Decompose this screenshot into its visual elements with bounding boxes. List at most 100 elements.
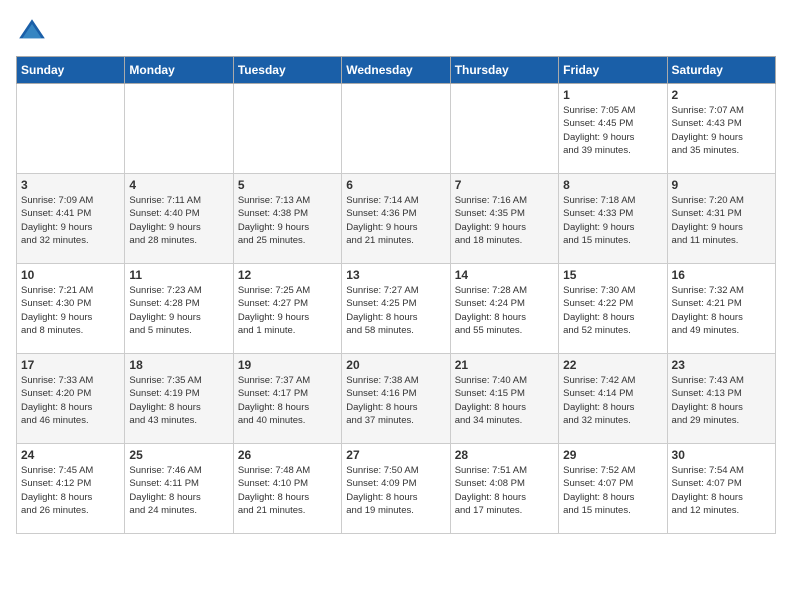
day-number: 10 (21, 268, 120, 282)
day-info: Sunrise: 7:32 AM Sunset: 4:21 PM Dayligh… (672, 284, 771, 337)
calendar-cell: 17 Sunrise: 7:33 AM Sunset: 4:20 PM Dayli… (17, 354, 125, 444)
day-number: 8 (563, 178, 662, 192)
calendar-cell: 30Sunrise: 7:54 AM Sunset: 4:07 PM Dayli… (667, 444, 775, 534)
calendar-cell (125, 84, 233, 174)
day-info: Sunrise: 7:30 AM Sunset: 4:22 PM Dayligh… (563, 284, 662, 337)
calendar-cell: 15 Sunrise: 7:30 AM Sunset: 4:22 PM Dayli… (559, 264, 667, 354)
day-header-wednesday: Wednesday (342, 57, 450, 84)
day-info: Sunrise: 7:05 AM Sunset: 4:45 PM Dayligh… (563, 104, 662, 157)
day-number: 22 (563, 358, 662, 372)
calendar-cell: 21 Sunrise: 7:40 AM Sunset: 4:15 PM Dayli… (450, 354, 558, 444)
calendar-cell: 5 Sunrise: 7:13 AM Sunset: 4:38 PM Daylig… (233, 174, 341, 264)
calendar-cell: 2 Sunrise: 7:07 AM Sunset: 4:43 PM Daylig… (667, 84, 775, 174)
day-info: Sunrise: 7:43 AM Sunset: 4:13 PM Dayligh… (672, 374, 771, 427)
calendar-cell: 13 Sunrise: 7:27 AM Sunset: 4:25 PM Dayli… (342, 264, 450, 354)
day-number: 26 (238, 448, 337, 462)
day-number: 27 (346, 448, 445, 462)
calendar-cell: 14 Sunrise: 7:28 AM Sunset: 4:24 PM Dayli… (450, 264, 558, 354)
day-info: Sunrise: 7:16 AM Sunset: 4:35 PM Dayligh… (455, 194, 554, 247)
day-info: Sunrise: 7:35 AM Sunset: 4:19 PM Dayligh… (129, 374, 228, 427)
calendar-week-row: 1 Sunrise: 7:05 AM Sunset: 4:45 PM Daylig… (17, 84, 776, 174)
day-info: Sunrise: 7:13 AM Sunset: 4:38 PM Dayligh… (238, 194, 337, 247)
day-info: Sunrise: 7:42 AM Sunset: 4:14 PM Dayligh… (563, 374, 662, 427)
calendar-cell: 29Sunrise: 7:52 AM Sunset: 4:07 PM Dayli… (559, 444, 667, 534)
day-number: 14 (455, 268, 554, 282)
logo-icon (16, 16, 48, 48)
calendar-cell: 24 Sunrise: 7:45 AM Sunset: 4:12 PM Dayli… (17, 444, 125, 534)
day-number: 30 (672, 448, 771, 462)
calendar-cell: 20 Sunrise: 7:38 AM Sunset: 4:16 PM Dayli… (342, 354, 450, 444)
day-number: 17 (21, 358, 120, 372)
day-info: Sunrise: 7:18 AM Sunset: 4:33 PM Dayligh… (563, 194, 662, 247)
logo (16, 16, 52, 48)
calendar-cell: 9Sunrise: 7:20 AM Sunset: 4:31 PM Daylig… (667, 174, 775, 264)
calendar-week-row: 24 Sunrise: 7:45 AM Sunset: 4:12 PM Dayli… (17, 444, 776, 534)
calendar-cell: 1 Sunrise: 7:05 AM Sunset: 4:45 PM Daylig… (559, 84, 667, 174)
day-info: Sunrise: 7:37 AM Sunset: 4:17 PM Dayligh… (238, 374, 337, 427)
day-number: 19 (238, 358, 337, 372)
day-number: 5 (238, 178, 337, 192)
day-number: 24 (21, 448, 120, 462)
calendar-week-row: 17 Sunrise: 7:33 AM Sunset: 4:20 PM Dayli… (17, 354, 776, 444)
day-number: 1 (563, 88, 662, 102)
day-number: 7 (455, 178, 554, 192)
day-number: 4 (129, 178, 228, 192)
day-info: Sunrise: 7:38 AM Sunset: 4:16 PM Dayligh… (346, 374, 445, 427)
calendar-cell: 27 Sunrise: 7:50 AM Sunset: 4:09 PM Dayli… (342, 444, 450, 534)
day-info: Sunrise: 7:28 AM Sunset: 4:24 PM Dayligh… (455, 284, 554, 337)
day-info: Sunrise: 7:52 AM Sunset: 4:07 PM Dayligh… (563, 464, 662, 517)
calendar-cell: 7 Sunrise: 7:16 AM Sunset: 4:35 PM Daylig… (450, 174, 558, 264)
day-number: 2 (672, 88, 771, 102)
day-header-sunday: Sunday (17, 57, 125, 84)
day-number: 3 (21, 178, 120, 192)
day-header-friday: Friday (559, 57, 667, 84)
day-info: Sunrise: 7:14 AM Sunset: 4:36 PM Dayligh… (346, 194, 445, 247)
calendar-cell: 11Sunrise: 7:23 AM Sunset: 4:28 PM Dayli… (125, 264, 233, 354)
calendar-cell (17, 84, 125, 174)
calendar-cell (233, 84, 341, 174)
day-number: 11 (129, 268, 228, 282)
calendar-cell: 16 Sunrise: 7:32 AM Sunset: 4:21 PM Dayli… (667, 264, 775, 354)
day-info: Sunrise: 7:21 AM Sunset: 4:30 PM Dayligh… (21, 284, 120, 337)
calendar-cell: 25Sunrise: 7:46 AM Sunset: 4:11 PM Dayli… (125, 444, 233, 534)
day-number: 12 (238, 268, 337, 282)
day-header-saturday: Saturday (667, 57, 775, 84)
calendar-cell (450, 84, 558, 174)
day-header-monday: Monday (125, 57, 233, 84)
day-number: 23 (672, 358, 771, 372)
day-info: Sunrise: 7:27 AM Sunset: 4:25 PM Dayligh… (346, 284, 445, 337)
calendar-cell: 28 Sunrise: 7:51 AM Sunset: 4:08 PM Dayli… (450, 444, 558, 534)
calendar-cell (342, 84, 450, 174)
day-number: 21 (455, 358, 554, 372)
day-number: 13 (346, 268, 445, 282)
calendar-header-row: SundayMondayTuesdayWednesdayThursdayFrid… (17, 57, 776, 84)
calendar-cell: 12 Sunrise: 7:25 AM Sunset: 4:27 PM Dayli… (233, 264, 341, 354)
day-info: Sunrise: 7:48 AM Sunset: 4:10 PM Dayligh… (238, 464, 337, 517)
calendar-cell: 22 Sunrise: 7:42 AM Sunset: 4:14 PM Dayli… (559, 354, 667, 444)
day-info: Sunrise: 7:50 AM Sunset: 4:09 PM Dayligh… (346, 464, 445, 517)
day-number: 20 (346, 358, 445, 372)
day-header-thursday: Thursday (450, 57, 558, 84)
day-info: Sunrise: 7:40 AM Sunset: 4:15 PM Dayligh… (455, 374, 554, 427)
calendar-week-row: 10 Sunrise: 7:21 AM Sunset: 4:30 PM Dayli… (17, 264, 776, 354)
day-number: 9 (672, 178, 771, 192)
calendar-cell: 3 Sunrise: 7:09 AM Sunset: 4:41 PM Daylig… (17, 174, 125, 264)
calendar-cell: 26 Sunrise: 7:48 AM Sunset: 4:10 PM Dayli… (233, 444, 341, 534)
day-header-tuesday: Tuesday (233, 57, 341, 84)
day-number: 18 (129, 358, 228, 372)
day-number: 28 (455, 448, 554, 462)
calendar-cell: 18 Sunrise: 7:35 AM Sunset: 4:19 PM Dayli… (125, 354, 233, 444)
calendar-week-row: 3 Sunrise: 7:09 AM Sunset: 4:41 PM Daylig… (17, 174, 776, 264)
page-header (16, 16, 776, 48)
day-number: 15 (563, 268, 662, 282)
day-number: 6 (346, 178, 445, 192)
day-number: 25 (129, 448, 228, 462)
day-info: Sunrise: 7:09 AM Sunset: 4:41 PM Dayligh… (21, 194, 120, 247)
day-info: Sunrise: 7:51 AM Sunset: 4:08 PM Dayligh… (455, 464, 554, 517)
day-number: 16 (672, 268, 771, 282)
calendar-cell: 10 Sunrise: 7:21 AM Sunset: 4:30 PM Dayli… (17, 264, 125, 354)
day-info: Sunrise: 7:45 AM Sunset: 4:12 PM Dayligh… (21, 464, 120, 517)
day-info: Sunrise: 7:25 AM Sunset: 4:27 PM Dayligh… (238, 284, 337, 337)
day-info: Sunrise: 7:07 AM Sunset: 4:43 PM Dayligh… (672, 104, 771, 157)
day-info: Sunrise: 7:33 AM Sunset: 4:20 PM Dayligh… (21, 374, 120, 427)
